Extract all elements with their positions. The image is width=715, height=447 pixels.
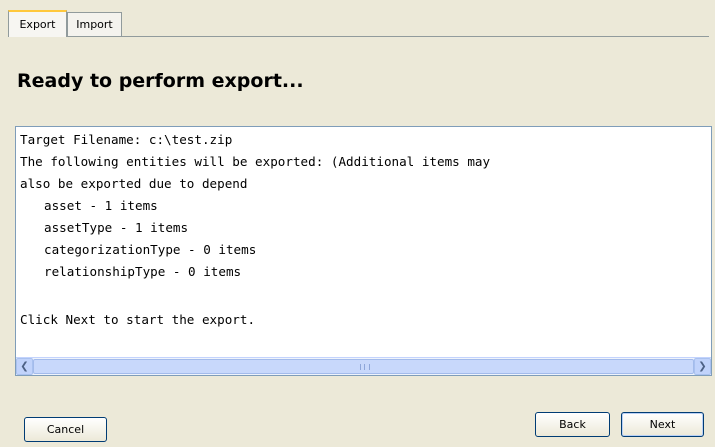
entities-intro-line-1: The following entities will be exported:… (20, 154, 491, 169)
entity-item-relationshiptype: relationshipType - 0 items (44, 264, 242, 279)
page-title: Ready to perform export... (17, 70, 304, 92)
tab-export[interactable]: Export (8, 10, 67, 37)
horizontal-scrollbar[interactable]: ❮ ❯ (16, 357, 711, 375)
export-summary-panel: Target Filename: c:\test.zip The followi… (15, 126, 712, 376)
entity-item-categorizationtype: categorizationType - 0 items (44, 242, 257, 257)
scrollbar-thumb[interactable] (33, 359, 694, 374)
tab-bar: Export Import (0, 0, 715, 37)
entity-item-asset: asset - 1 items (44, 198, 158, 213)
grip-icon (359, 364, 370, 370)
back-button[interactable]: Back (535, 412, 610, 437)
instruction-line: Click Next to start the export. (20, 312, 256, 327)
entity-item-assettype: assetType - 1 items (44, 220, 189, 235)
tab-import[interactable]: Import (67, 12, 122, 36)
cancel-button[interactable]: Cancel (24, 417, 107, 442)
tab-divider (8, 36, 709, 37)
chevron-left-icon[interactable]: ❮ (16, 358, 33, 375)
target-filename-line: Target Filename: c:\test.zip (20, 132, 233, 147)
export-summary-text[interactable]: Target Filename: c:\test.zip The followi… (16, 127, 711, 357)
next-button[interactable]: Next (621, 412, 704, 437)
chevron-right-icon[interactable]: ❯ (694, 358, 711, 375)
entities-intro-line-2: also be exported due to depend (20, 176, 248, 191)
